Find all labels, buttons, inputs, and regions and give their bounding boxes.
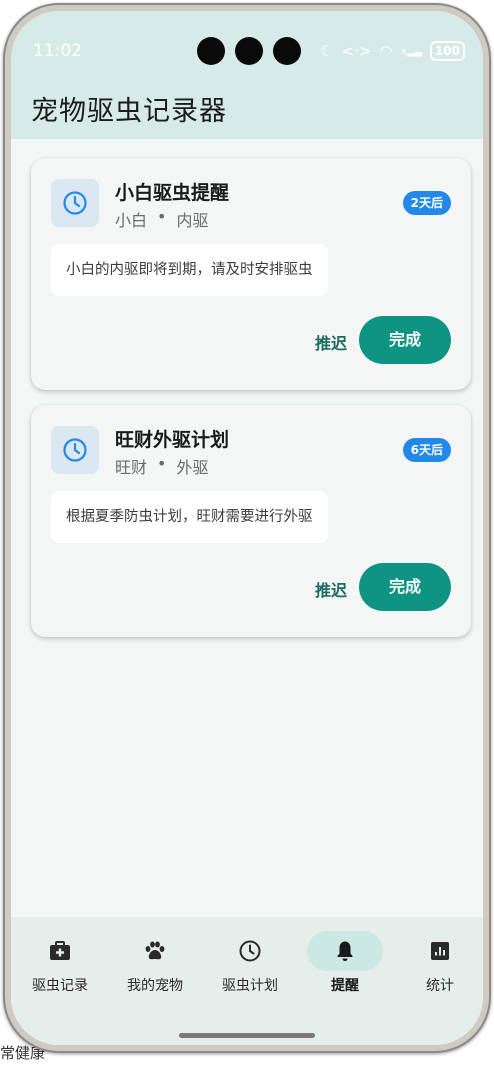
separator-dot: • <box>157 454 167 473</box>
bell-icon <box>307 931 383 971</box>
nav-deworm-plan[interactable]: 驱虫计划 <box>204 931 296 995</box>
nav-label: 驱虫记录 <box>32 978 88 994</box>
reminder-subtitle: 小白 • 内驱 <box>115 207 208 231</box>
nav-label: 提醒 <box>331 978 359 994</box>
medical-kit-icon <box>14 931 106 971</box>
status-time: 11:02 <box>33 41 82 61</box>
postpone-button[interactable]: 推迟 <box>315 577 347 601</box>
app-bar: 11:02 ☾ <·> ◠ x▂▃ 100 宠物驱虫记录器 <box>11 11 483 139</box>
clock-icon <box>51 179 99 227</box>
nav-statistics[interactable]: 统计 <box>394 931 483 995</box>
camera-icon <box>235 37 263 65</box>
reminder-message: 根据夏季防虫计划，旺财需要进行外驱 <box>51 491 328 543</box>
paw-icon <box>109 931 201 971</box>
reminder-title: 旺财外驱计划 <box>115 429 230 451</box>
data-transfer-icon: <·> <box>341 42 372 60</box>
nav-my-pets[interactable]: 我的宠物 <box>109 931 201 995</box>
camera-icon <box>197 37 225 65</box>
wifi-icon: ◠ <box>379 42 393 60</box>
reminder-message: 小白的内驱即将到期，请及时安排驱虫 <box>51 244 328 296</box>
due-badge: 6天后 <box>402 438 451 462</box>
separator-dot: • <box>157 207 167 226</box>
nav-reminders[interactable]: 提醒 <box>299 931 391 995</box>
reminder-card[interactable]: 小白驱虫提醒 小白 • 内驱 2天后 小白的内驱即将到期，请及时安排驱虫 推迟 … <box>31 158 471 390</box>
deworm-type: 内驱 <box>176 211 209 230</box>
pet-name: 旺财 <box>115 458 148 477</box>
reminder-subtitle: 旺财 • 外驱 <box>115 454 208 478</box>
complete-button[interactable]: 完成 <box>359 563 451 611</box>
battery-icon: 100 <box>429 41 465 61</box>
clock-icon <box>204 931 296 971</box>
nav-deworm-records[interactable]: 驱虫记录 <box>14 931 106 995</box>
home-indicator[interactable] <box>179 1033 315 1038</box>
bottom-navigation: 驱虫记录 我的宠物 驱虫计划 提醒 统计 <box>11 917 483 1045</box>
moon-icon: ☾ <box>320 42 334 60</box>
postpone-button[interactable]: 推迟 <box>315 330 347 354</box>
nav-label: 驱虫计划 <box>222 978 278 994</box>
reminder-title: 小白驱虫提醒 <box>115 182 230 204</box>
signal-icon: x▂▃ <box>400 45 422 57</box>
reminder-card[interactable]: 旺财外驱计划 旺财 • 外驱 6天后 根据夏季防虫计划，旺财需要进行外驱 推迟 … <box>31 405 471 637</box>
pet-name: 小白 <box>115 211 148 230</box>
nav-label: 统计 <box>426 978 454 994</box>
system-icons: ☾ <·> ◠ x▂▃ 100 <box>320 41 465 61</box>
page-title: 宠物驱虫记录器 <box>31 96 227 127</box>
due-badge: 2天后 <box>402 191 451 215</box>
bar-chart-icon <box>394 931 483 971</box>
status-bar: 11:02 ☾ <·> ◠ x▂▃ 100 <box>11 11 483 65</box>
camera-icon <box>273 37 301 65</box>
screen: 11:02 ☾ <·> ◠ x▂▃ 100 宠物驱虫记录器 小白驱虫提醒 小白 … <box>11 11 483 1045</box>
complete-button[interactable]: 完成 <box>359 316 451 364</box>
phone-frame: 11:02 ☾ <·> ◠ x▂▃ 100 宠物驱虫记录器 小白驱虫提醒 小白 … <box>3 3 491 1053</box>
deworm-type: 外驱 <box>176 458 209 477</box>
clock-icon <box>51 426 99 474</box>
nav-label: 我的宠物 <box>127 978 183 994</box>
